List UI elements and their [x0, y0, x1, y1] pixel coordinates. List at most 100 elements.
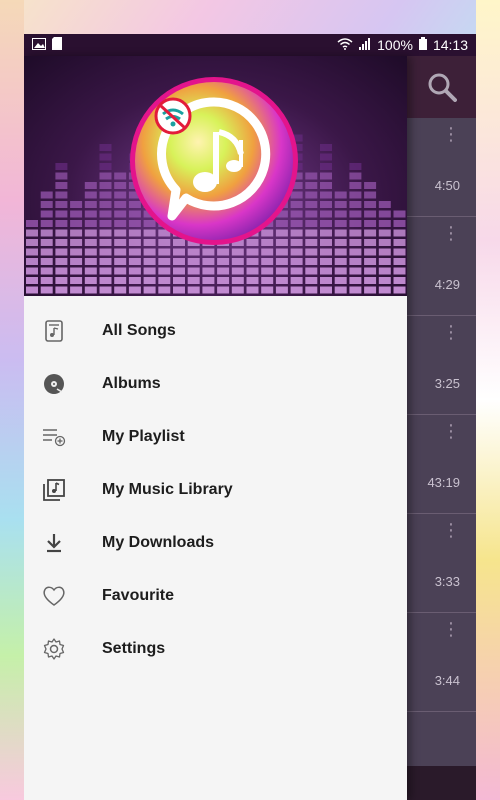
equalizer-cell [114, 277, 127, 284]
equalizer-cell [246, 267, 259, 275]
equalizer-cell [55, 229, 68, 237]
sd-card-icon [52, 37, 62, 53]
menu-item-label: My Music Library [102, 480, 233, 498]
more-options-icon[interactable]: ⋮ [442, 620, 460, 638]
equalizer-cell [364, 201, 377, 208]
song-row[interactable]: ⋮ 4:29 [407, 217, 476, 316]
equalizer-cell [393, 229, 406, 237]
menu-item-my-music-library[interactable]: My Music Library [24, 463, 407, 516]
equalizer-cell [99, 267, 112, 275]
equalizer-cell [290, 258, 303, 265]
equalizer-cell [55, 220, 68, 227]
equalizer-cell [158, 277, 171, 284]
menu-item-label: My Downloads [102, 533, 215, 551]
equalizer-cell [334, 286, 347, 294]
equalizer-cell [99, 201, 112, 208]
music-file-icon [42, 319, 66, 343]
equalizer-cell [349, 258, 362, 265]
equalizer-cell [26, 267, 38, 275]
equalizer-cell [143, 277, 156, 284]
equalizer-cell [334, 239, 347, 246]
equalizer-cell [261, 258, 274, 265]
equalizer-cell [231, 277, 244, 284]
equalizer-cell [378, 286, 391, 294]
equalizer-cell [114, 248, 127, 256]
equalizer-cell [349, 277, 362, 284]
equalizer-cell [305, 182, 318, 189]
equalizer-cell [378, 201, 391, 208]
equalizer-cell [84, 286, 97, 294]
equalizer-cell [334, 277, 347, 284]
equalizer-cell [320, 153, 332, 161]
player-bar[interactable] [407, 766, 476, 800]
equalizer-cell [393, 267, 406, 275]
equalizer-cell [349, 220, 362, 227]
menu-item-my-downloads[interactable]: My Downloads [24, 516, 407, 569]
more-options-icon[interactable]: ⋮ [442, 323, 460, 341]
equalizer-cell [114, 286, 127, 294]
equalizer-cell [158, 248, 171, 256]
equalizer-cell [217, 258, 230, 265]
equalizer-cell [334, 248, 347, 256]
song-row[interactable]: ⋮ 4:50 [407, 118, 476, 217]
equalizer-cell [217, 286, 230, 294]
equalizer-cell [158, 258, 171, 265]
equalizer-cell [275, 286, 288, 294]
more-options-icon[interactable]: ⋮ [442, 422, 460, 440]
equalizer-cell [320, 229, 332, 237]
equalizer-cell [128, 258, 141, 265]
equalizer-cell [99, 239, 112, 246]
equalizer-cell [364, 258, 377, 265]
equalizer-cell [70, 220, 83, 227]
song-row[interactable]: ⋮ 43:19 [407, 415, 476, 514]
equalizer-cell [55, 286, 68, 294]
equalizer-cell [99, 229, 112, 237]
battery-icon [418, 37, 427, 53]
equalizer-cell [114, 210, 127, 218]
equalizer-cell [26, 258, 38, 265]
image-notification-icon [32, 37, 46, 53]
equalizer-cell [187, 286, 200, 294]
equalizer-cell [305, 201, 318, 208]
app-toolbar [407, 56, 476, 118]
equalizer-cell [320, 258, 332, 265]
equalizer-cell [305, 258, 318, 265]
drawer-header [24, 56, 407, 296]
song-duration: 3:25 [434, 376, 460, 391]
equalizer-cell [246, 258, 259, 265]
menu-item-favourite[interactable]: Favourite [24, 569, 407, 622]
equalizer-cell [349, 210, 362, 218]
song-row[interactable]: ⋮ 3:33 [407, 514, 476, 613]
equalizer-cell [349, 172, 362, 180]
playlist-add-icon [42, 425, 66, 449]
menu-item-settings[interactable]: Settings [24, 622, 407, 675]
more-options-icon[interactable]: ⋮ [442, 125, 460, 143]
equalizer-cell [364, 267, 377, 275]
equalizer-cell [378, 210, 391, 218]
equalizer-cell [305, 191, 318, 199]
equalizer-cell [349, 248, 362, 256]
equalizer-cell [173, 248, 185, 256]
equalizer-cell [55, 210, 68, 218]
menu-item-all-songs[interactable]: All Songs [24, 304, 407, 357]
menu-item-albums[interactable]: Albums [24, 357, 407, 410]
equalizer-cell [364, 229, 377, 237]
more-options-icon[interactable]: ⋮ [442, 224, 460, 242]
song-duration: 4:50 [434, 178, 460, 193]
song-duration: 4:29 [434, 277, 460, 292]
equalizer-cell [70, 248, 83, 256]
equalizer-cell [55, 191, 68, 199]
song-row[interactable]: ⋮ 3:25 [407, 316, 476, 415]
song-row[interactable]: ⋮ 3:44 [407, 613, 476, 712]
equalizer-cell [393, 277, 406, 284]
status-bar: 100% 14:13 [24, 34, 476, 56]
app-logo [127, 74, 302, 249]
equalizer-cell [40, 286, 53, 294]
equalizer-cell [84, 239, 97, 246]
search-icon[interactable] [427, 72, 457, 102]
equalizer-cell [334, 191, 347, 199]
menu-item-my-playlist[interactable]: My Playlist [24, 410, 407, 463]
equalizer-cell [55, 258, 68, 265]
equalizer-cell [378, 220, 391, 227]
more-options-icon[interactable]: ⋮ [442, 521, 460, 539]
